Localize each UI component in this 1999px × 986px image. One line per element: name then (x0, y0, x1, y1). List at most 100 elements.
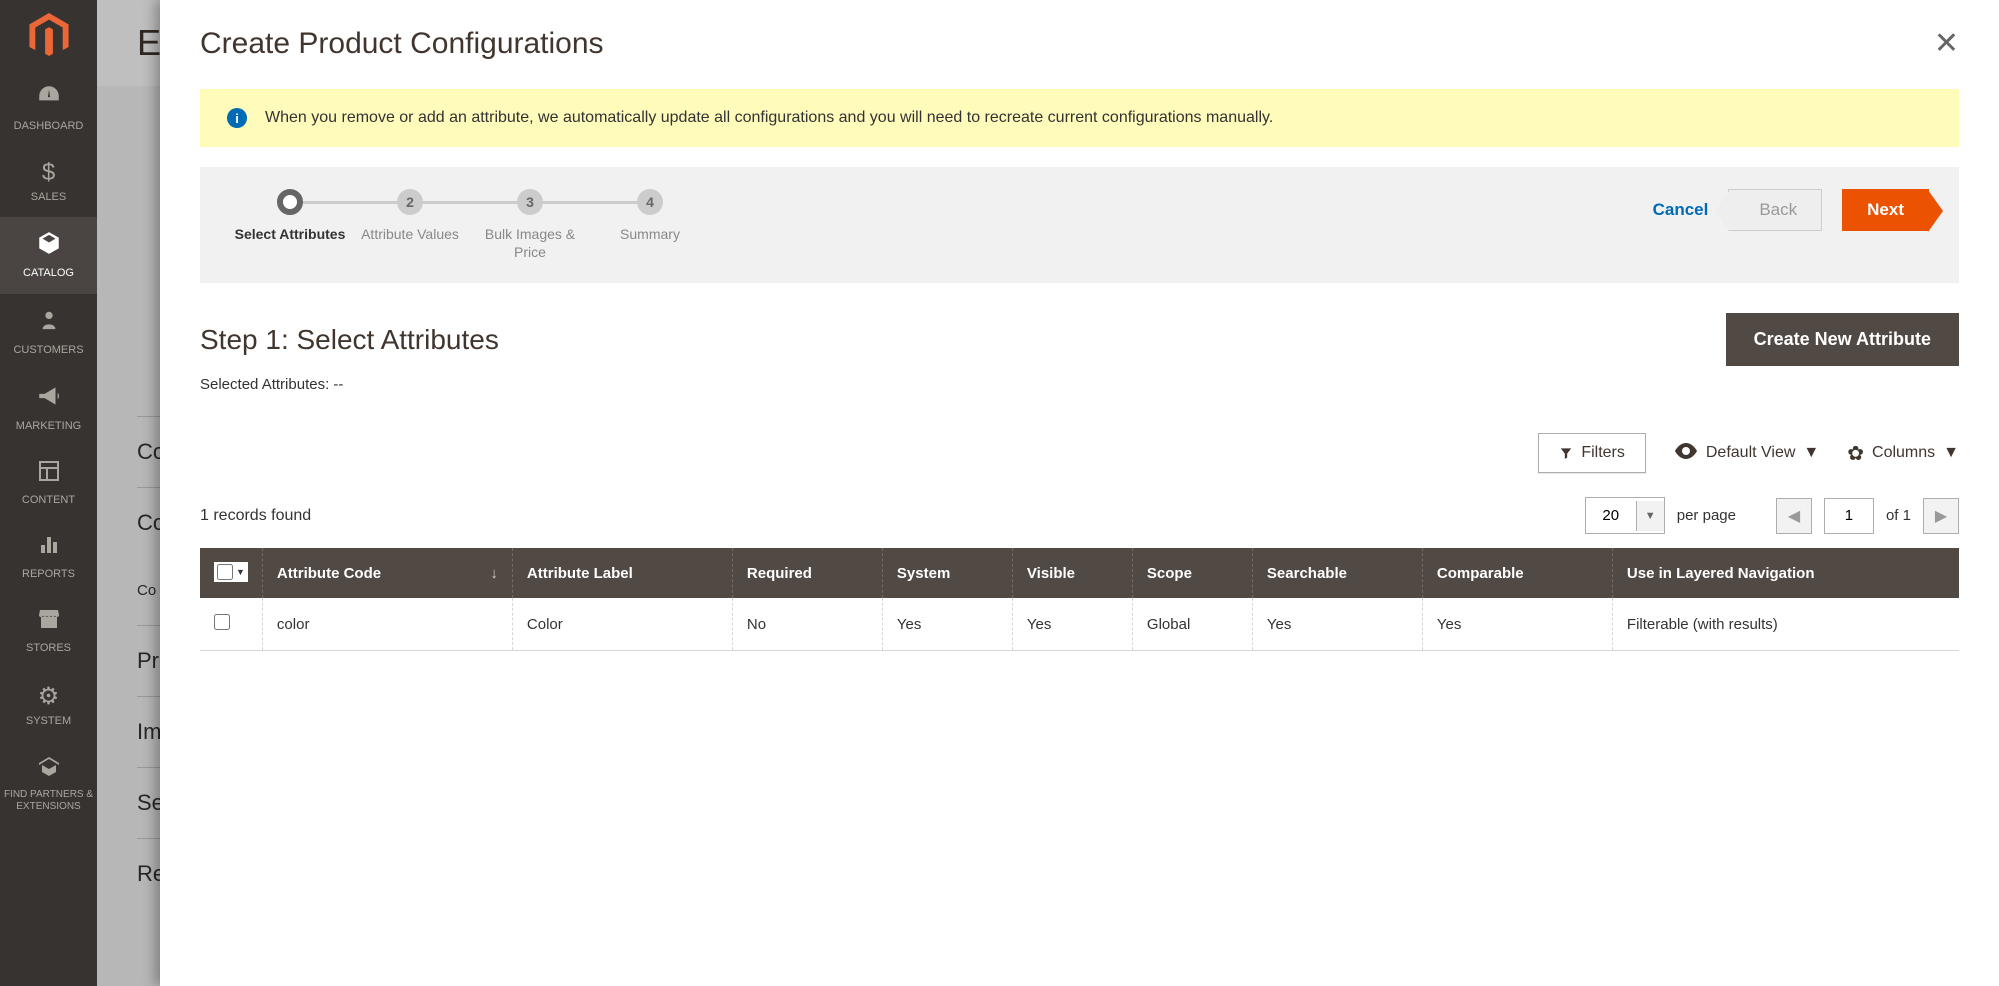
step-label: Summary (620, 225, 680, 243)
info-message: When you remove or add an attribute, we … (265, 109, 1273, 127)
cell-comparable: Yes (1422, 598, 1612, 651)
stepper-actions: Cancel Back Next (1653, 189, 1929, 231)
stepper: Select Attributes 2 Attribute Values 3 B… (230, 189, 710, 261)
per-page-label: per page (1677, 507, 1736, 524)
page-size-select[interactable]: ▼ (1585, 497, 1665, 534)
nav-label: SYSTEM (26, 715, 71, 728)
step-circle: 3 (517, 189, 543, 215)
step-label: Attribute Values (361, 225, 459, 243)
nav-label: SALES (31, 191, 66, 204)
cancel-button[interactable]: Cancel (1653, 200, 1709, 220)
step-line (542, 201, 638, 204)
cell-layered: Filterable (with results) (1612, 598, 1959, 651)
default-view-dropdown[interactable]: Default View ▼ (1674, 442, 1819, 465)
nav-stores[interactable]: STORES (0, 594, 97, 668)
close-icon[interactable]: ✕ (1934, 26, 1959, 61)
info-banner: i When you remove or add an attribute, w… (200, 89, 1959, 147)
nav-label: CATALOG (23, 267, 74, 280)
store-icon (36, 607, 62, 638)
cell-scope: Global (1132, 598, 1252, 651)
col-checkbox[interactable]: ▼ (200, 548, 262, 598)
columns-dropdown[interactable]: ✿ Columns ▼ (1847, 441, 1959, 466)
magento-logo[interactable] (0, 0, 97, 70)
col-system[interactable]: System (882, 548, 1012, 598)
sort-down-icon: ↓ (490, 565, 498, 582)
create-attribute-button[interactable]: Create New Attribute (1726, 313, 1959, 366)
chevron-down-icon: ▼ (1943, 444, 1959, 462)
chevron-down-icon: ▼ (1803, 444, 1819, 462)
configuration-modal: Create Product Configurations ✕ i When y… (160, 0, 1999, 986)
step-label: Bulk Images & Price (470, 225, 590, 261)
next-button[interactable]: Next (1842, 189, 1929, 231)
nav-dashboard[interactable]: DASHBOARD (0, 70, 97, 146)
nav-label: REPORTS (22, 568, 75, 581)
cell-searchable: Yes (1252, 598, 1422, 651)
info-icon: i (227, 108, 247, 128)
nav-content[interactable]: CONTENT (0, 446, 97, 520)
pager: ▼ per page ◀ of 1 ▶ (1585, 497, 1959, 534)
next-page-button[interactable]: ▶ (1923, 498, 1959, 534)
prev-page-button[interactable]: ◀ (1776, 498, 1812, 534)
records-count: 1 records found (200, 507, 311, 525)
row-checkbox[interactable] (214, 614, 230, 630)
page-of-label: of 1 (1886, 507, 1911, 524)
col-attribute-label[interactable]: Attribute Label (512, 548, 732, 598)
cell-label: Color (512, 598, 732, 651)
col-visible[interactable]: Visible (1012, 548, 1132, 598)
cube-icon (36, 230, 62, 263)
nav-catalog[interactable]: CATALOG (0, 217, 97, 293)
col-comparable[interactable]: Comparable (1422, 548, 1612, 598)
dollar-icon: $ (42, 159, 55, 187)
attributes-table: ▼ Attribute Code↓ Attribute Label Requir… (200, 548, 1959, 651)
admin-sidebar: DASHBOARD $ SALES CATALOG CUSTOMERS MARK… (0, 0, 97, 986)
step-line (422, 201, 518, 204)
back-button[interactable]: Back (1728, 189, 1822, 231)
nav-label: MARKETING (16, 420, 81, 433)
nav-system[interactable]: ⚙ SYSTEM (0, 669, 97, 741)
step-3: 3 Bulk Images & Price (470, 189, 590, 261)
page-size-input[interactable] (1586, 498, 1636, 533)
stepper-row: Select Attributes 2 Attribute Values 3 B… (200, 167, 1959, 283)
step-circle: 2 (397, 189, 423, 215)
chevron-down-icon[interactable]: ▼ (236, 567, 245, 577)
eye-icon (1674, 442, 1698, 465)
step-2: 2 Attribute Values (350, 189, 470, 243)
col-scope[interactable]: Scope (1132, 548, 1252, 598)
col-layered[interactable]: Use in Layered Navigation (1612, 548, 1959, 598)
filters-button[interactable]: Filters (1538, 433, 1646, 473)
nav-label: CONTENT (22, 494, 75, 507)
nav-label: STORES (26, 642, 71, 655)
nav-partners[interactable]: FIND PARTNERS & EXTENSIONS (0, 741, 97, 826)
nav-label: CUSTOMERS (13, 344, 83, 357)
cell-system: Yes (882, 598, 1012, 651)
current-page-input[interactable] (1824, 498, 1874, 534)
modal-title: Create Product Configurations (200, 27, 604, 61)
step-line (302, 201, 398, 204)
selected-attributes-text: Selected Attributes: -- (200, 376, 1959, 393)
select-all-checkbox[interactable] (217, 564, 233, 580)
nav-sales[interactable]: $ SALES (0, 146, 97, 217)
partners-icon (36, 754, 62, 785)
nav-marketing[interactable]: MARKETING (0, 370, 97, 446)
step-1: Select Attributes (230, 189, 350, 243)
col-searchable[interactable]: Searchable (1252, 548, 1422, 598)
nav-label: DASHBOARD (14, 120, 84, 133)
dashboard-icon (36, 83, 62, 116)
cell-visible: Yes (1012, 598, 1132, 651)
step-4: 4 Summary (590, 189, 710, 243)
funnel-icon (1559, 446, 1573, 460)
chevron-down-icon[interactable]: ▼ (1636, 501, 1664, 531)
bars-icon (37, 533, 61, 564)
layout-icon (37, 459, 61, 490)
nav-customers[interactable]: CUSTOMERS (0, 294, 97, 370)
table-row[interactable]: color Color No Yes Yes Global Yes Yes Fi… (200, 598, 1959, 651)
nav-reports[interactable]: REPORTS (0, 520, 97, 594)
step-circle: 4 (637, 189, 663, 215)
step-circle (277, 189, 303, 215)
step-label: Select Attributes (235, 225, 346, 243)
col-attribute-code[interactable]: Attribute Code↓ (262, 548, 512, 598)
col-required[interactable]: Required (732, 548, 882, 598)
cell-code: color (262, 598, 512, 651)
megaphone-icon (36, 383, 62, 416)
gear-icon: ⚙ (38, 682, 60, 711)
